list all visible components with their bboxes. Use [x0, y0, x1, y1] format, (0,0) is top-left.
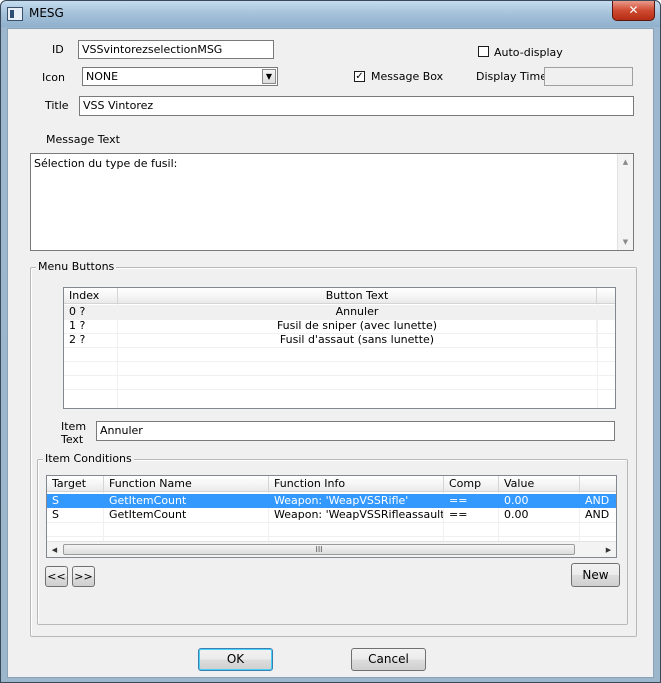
- display-time-label: Display Time: [476, 70, 547, 83]
- window-title: MESG: [29, 6, 64, 20]
- menu-buttons-list-header: Index Button Text: [64, 288, 615, 304]
- cell-target: S: [47, 508, 104, 522]
- display-time-field[interactable]: [544, 67, 633, 86]
- id-label: ID: [52, 43, 64, 56]
- item-text-field[interactable]: Annuler: [96, 421, 615, 441]
- message-text-label: Message Text: [46, 133, 120, 146]
- cell-comp: ==: [444, 508, 499, 522]
- column-header-operator[interactable]: [580, 476, 616, 492]
- menu-buttons-list[interactable]: Index Button Text 0 ? Annuler 1 ? Fusil …: [63, 287, 616, 409]
- app-icon: [7, 7, 23, 21]
- scroll-left-icon[interactable]: ◀: [47, 542, 62, 557]
- title-label: Title: [45, 99, 69, 112]
- icon-label: Icon: [42, 71, 65, 84]
- list-item[interactable]: 0 ? Annuler: [64, 305, 615, 319]
- list-item-index: 2 ?: [64, 333, 118, 347]
- dialog-client-area: ID VSSvintorezselectionMSG Auto-display …: [7, 28, 654, 678]
- auto-display-label: Auto-display: [494, 46, 563, 59]
- ok-button[interactable]: OK: [198, 648, 273, 671]
- column-header-button-text[interactable]: Button Text: [118, 288, 597, 304]
- cell-operator: AND: [580, 508, 616, 522]
- dialog-window: MESG ✕ ID VSSvintorezselectionMSG Auto-d…: [0, 0, 661, 683]
- title-bar[interactable]: MESG ✕: [1, 1, 660, 27]
- new-condition-button[interactable]: New: [571, 563, 620, 587]
- cell-comp: ==: [444, 494, 499, 508]
- list-item-text: Annuler: [118, 305, 597, 319]
- item-text-label-line2: Text: [61, 433, 84, 446]
- cell-function-info: Weapon: 'WeapVSSRifle': [269, 494, 444, 508]
- id-field[interactable]: VSSvintorezselectionMSG: [78, 40, 274, 59]
- list-item-index: 1 ?: [64, 319, 118, 333]
- list-item-text: Fusil d'assaut (sans lunette): [118, 333, 597, 347]
- close-icon: ✕: [628, 3, 639, 17]
- title-field[interactable]: VSS Vintorez: [79, 96, 634, 116]
- list-item-text: Fusil de sniper (avec lunette): [118, 319, 597, 333]
- cell-value: 0.00: [499, 494, 580, 508]
- item-conditions-group-title: Item Conditions: [43, 452, 134, 465]
- scroll-thumb-grip: III: [315, 545, 323, 554]
- item-text-label-line1: Item: [61, 420, 87, 433]
- item-conditions-list-header: Target Function Name Function Info Comp …: [47, 476, 616, 492]
- icon-select[interactable]: NONE ▼: [82, 67, 278, 86]
- scroll-thumb[interactable]: III: [63, 544, 575, 555]
- cell-value: 0.00: [499, 508, 580, 522]
- list-item[interactable]: 1 ? Fusil de sniper (avec lunette): [64, 319, 615, 333]
- column-header-function-name[interactable]: Function Name: [104, 476, 269, 492]
- cell-function-info: Weapon: 'WeapVSSRifleassault': [269, 508, 444, 522]
- scroll-up-icon[interactable]: ▲: [618, 154, 633, 170]
- table-row[interactable]: S GetItemCount Weapon: 'WeapVSSRifle' ==…: [47, 494, 616, 508]
- column-header-function-info[interactable]: Function Info: [269, 476, 444, 492]
- scroll-right-icon[interactable]: ▶: [601, 542, 616, 557]
- list-item-index: 0 ?: [64, 305, 118, 319]
- message-text-scrollbar[interactable]: ▲ ▼: [617, 154, 633, 250]
- close-button[interactable]: ✕: [612, 1, 655, 21]
- cell-function-name: GetItemCount: [104, 508, 269, 522]
- item-conditions-hscrollbar[interactable]: ◀ III ▶: [47, 541, 616, 557]
- column-header-value[interactable]: Value: [499, 476, 580, 492]
- list-item[interactable]: 2 ? Fusil d'assaut (sans lunette): [64, 333, 615, 347]
- column-header-comp[interactable]: Comp: [444, 476, 499, 492]
- cell-operator: AND: [580, 494, 616, 508]
- cell-target: S: [47, 494, 104, 508]
- table-row[interactable]: S GetItemCount Weapon: 'WeapVSSRifleassa…: [47, 508, 616, 522]
- column-header-target[interactable]: Target: [47, 476, 104, 492]
- message-box-label: Message Box: [371, 70, 444, 83]
- message-box-checkbox[interactable]: ✓: [354, 71, 365, 82]
- message-text-value: Sélection du type de fusil:: [34, 157, 178, 170]
- icon-select-value: NONE: [86, 70, 119, 83]
- message-text-area[interactable]: Sélection du type de fusil: ▲ ▼: [30, 153, 634, 251]
- auto-display-checkbox[interactable]: [478, 46, 489, 57]
- cell-function-name: GetItemCount: [104, 494, 269, 508]
- column-header-index[interactable]: Index: [64, 288, 118, 304]
- scroll-down-icon[interactable]: ▼: [618, 234, 633, 250]
- dropdown-arrow-icon[interactable]: ▼: [262, 69, 276, 84]
- next-condition-button[interactable]: >>: [72, 566, 95, 587]
- cancel-button[interactable]: Cancel: [351, 648, 426, 671]
- previous-condition-button[interactable]: <<: [45, 566, 68, 587]
- menu-buttons-group-title: Menu Buttons: [36, 260, 117, 273]
- item-conditions-list[interactable]: Target Function Name Function Info Comp …: [46, 475, 617, 558]
